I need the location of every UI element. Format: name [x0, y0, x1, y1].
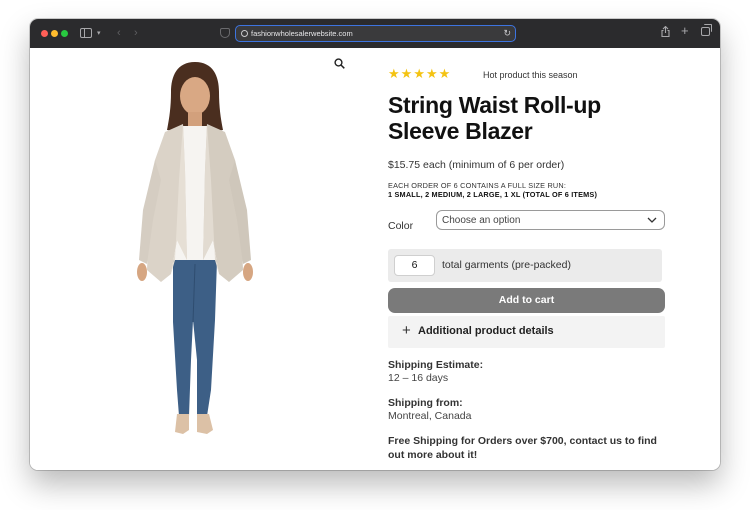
additional-details-toggle[interactable]: + Additional product details — [388, 316, 665, 348]
quantity-label: total garments (pre-packed) — [442, 259, 571, 271]
reload-icon[interactable]: ↻ — [503, 28, 511, 39]
chevron-down-icon[interactable]: ▾ — [97, 29, 101, 39]
shipping-from-value: Montreal, Canada — [388, 410, 472, 422]
product-photo[interactable] — [125, 60, 265, 456]
address-bar[interactable]: fashionwholesalerwebsite.com ↻ — [235, 25, 516, 42]
minimize-window-button[interactable] — [51, 30, 58, 37]
product-price: $15.75 each (minimum of 6 per order) — [388, 159, 565, 171]
tab-overview-icon[interactable] — [701, 24, 712, 36]
product-title: String Waist Roll-up Sleeve Blazer — [388, 92, 601, 144]
shipping-estimate-value: 12 – 16 days — [388, 372, 449, 384]
rating-stars: ★ ★ ★ ★ ★ — [388, 66, 451, 81]
quantity-row: 6 total garments (pre-packed) — [388, 249, 662, 282]
browser-toolbar: ▾ ‹ › fashionwholesalerwebsite.com ↻ + — [30, 19, 720, 48]
additional-details-label[interactable]: Additional product details — [418, 325, 554, 337]
star-icon: ★ — [388, 66, 400, 81]
forward-arrow-icon[interactable]: › — [134, 28, 138, 39]
shipping-from-title: Shipping from: — [388, 397, 463, 409]
add-to-cart-button[interactable]: Add to cart — [388, 288, 665, 313]
address-url[interactable]: fashionwholesalerwebsite.com — [251, 29, 353, 38]
product-image-panel — [30, 48, 363, 470]
quantity-input[interactable]: 6 — [394, 255, 435, 276]
browser-window: ▾ ‹ › fashionwholesalerwebsite.com ↻ + ★… — [30, 19, 720, 470]
color-select-value[interactable]: Choose an option — [442, 215, 520, 226]
star-icon: ★ — [438, 66, 451, 81]
star-icon: ★ — [400, 66, 413, 81]
privacy-shield-icon[interactable] — [220, 28, 230, 38]
shipping-estimate-title: Shipping Estimate: — [388, 359, 484, 371]
magnifier-zoom-icon[interactable] — [334, 58, 345, 69]
chevron-down-icon[interactable] — [647, 216, 657, 224]
sidebar-icon[interactable] — [80, 28, 92, 38]
hot-product-badge: Hot product this season — [483, 70, 578, 80]
product-details: ★ ★ ★ ★ ★ Hot product this season String… — [388, 48, 668, 470]
share-icon[interactable] — [661, 26, 670, 37]
free-shipping-note: Free Shipping for Orders over $700, cont… — [388, 435, 657, 461]
star-icon: ★ — [413, 66, 425, 81]
new-tab-icon[interactable]: + — [681, 24, 689, 37]
back-arrow-icon[interactable]: ‹ — [117, 28, 121, 39]
size-run-detail: 1 SMALL, 2 MEDIUM, 2 LARGE, 1 XL (TOTAL … — [388, 190, 598, 199]
color-label: Color — [388, 220, 414, 232]
zoom-window-button[interactable] — [61, 30, 68, 37]
page-content: ★ ★ ★ ★ ★ Hot product this season String… — [30, 48, 720, 470]
color-select[interactable]: Choose an option — [436, 210, 665, 230]
plus-icon[interactable]: + — [402, 323, 411, 338]
globe-icon — [241, 30, 248, 37]
size-run-heading: EACH ORDER OF 6 CONTAINS A FULL SIZE RUN… — [388, 181, 567, 190]
close-window-button[interactable] — [41, 30, 48, 37]
star-icon: ★ — [425, 66, 438, 81]
